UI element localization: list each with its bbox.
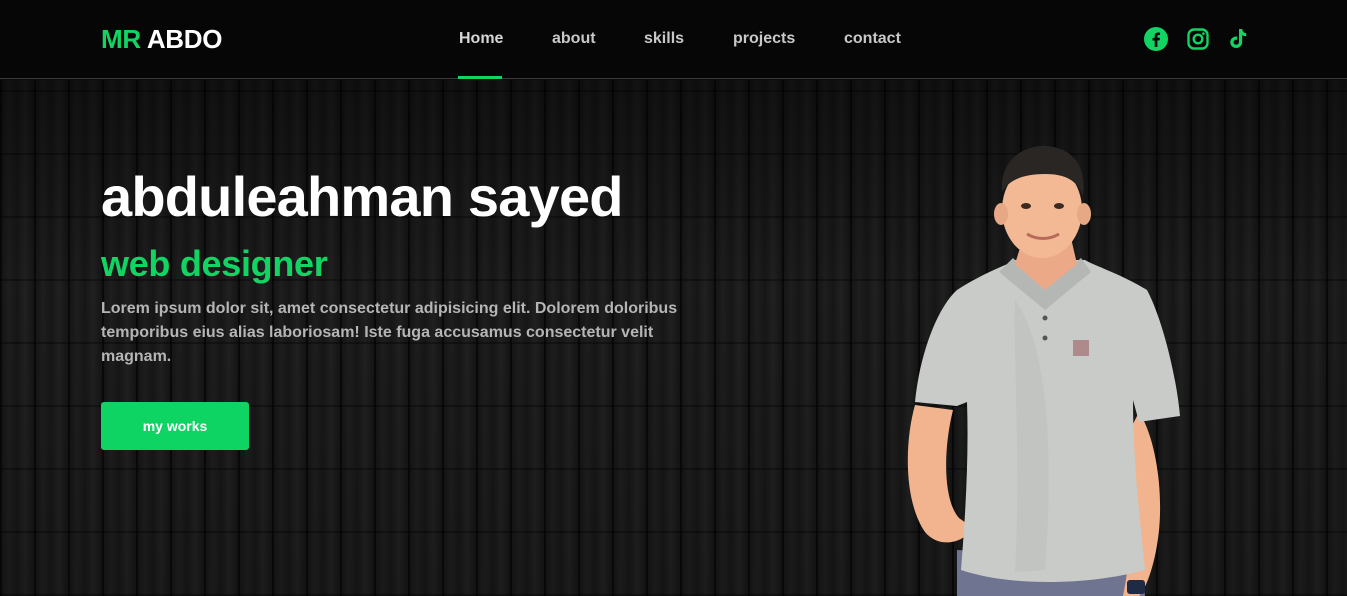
my-works-button[interactable]: my works (101, 402, 249, 450)
active-nav-indicator (458, 76, 502, 79)
social-links (0, 26, 1347, 54)
facebook-icon[interactable] (1143, 26, 1169, 52)
tiktok-icon[interactable] (1225, 26, 1251, 52)
site-header: MR ABDO Home about skills projects conta… (0, 0, 1347, 79)
hero-role: web designer (101, 243, 328, 284)
hero-name: abduleahman sayed (101, 165, 624, 228)
my-works-label: my works (142, 418, 208, 434)
instagram-icon[interactable] (1185, 26, 1211, 52)
hero-description: Lorem ipsum dolor sit, amet consectetur … (101, 300, 678, 365)
profile-photo (907, 145, 1180, 596)
